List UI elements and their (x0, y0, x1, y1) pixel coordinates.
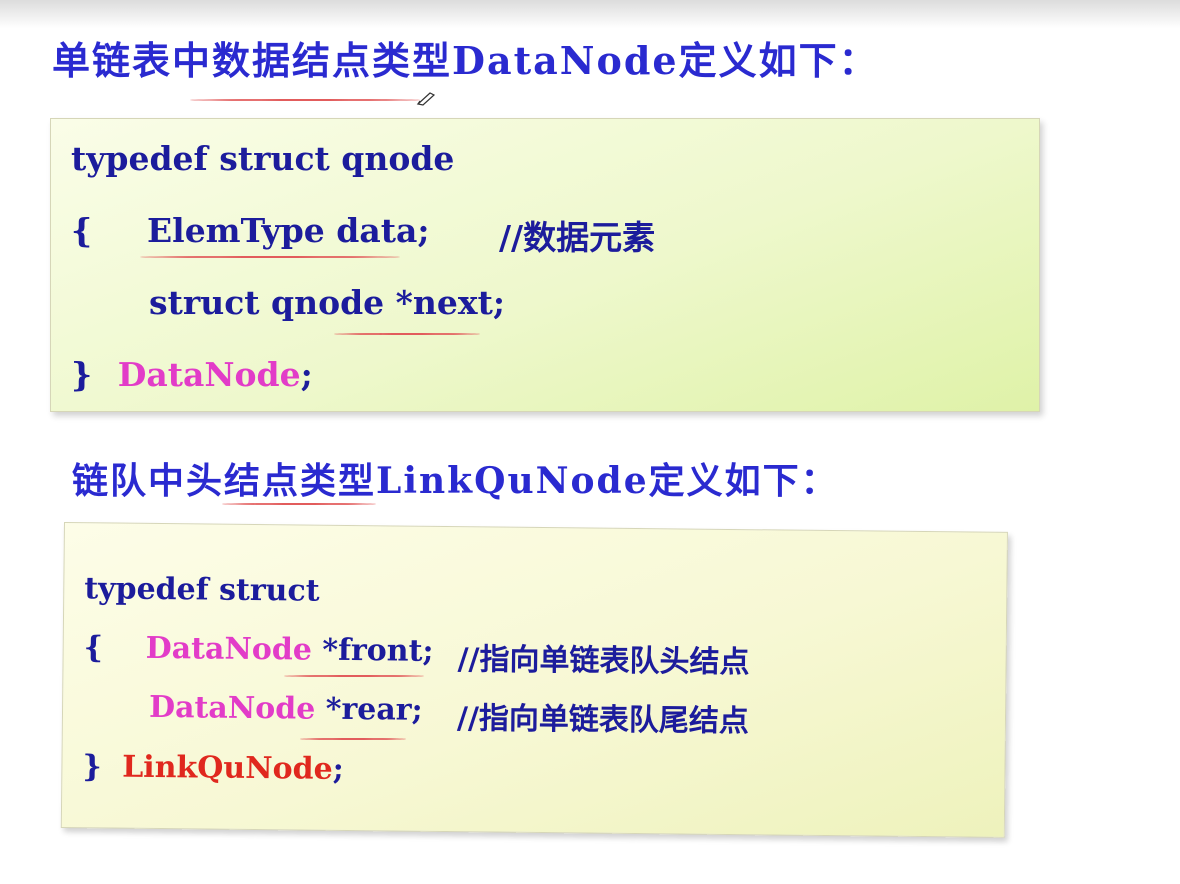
code-line-1: typedef struct (84, 571, 320, 609)
code-line-4: } LinkQuNode; (82, 749, 344, 787)
type-name-datanode: DataNode (145, 630, 313, 668)
annotation-underline (300, 738, 406, 740)
type-name-linkqunode: LinkQuNode (122, 749, 333, 787)
code-line-3: struct qnode *next; (149, 283, 505, 322)
annotation-underline (222, 503, 376, 505)
code-line-2: { (71, 211, 92, 250)
code-box-datanode: typedef struct qnode { ElemType data; //… (50, 118, 1040, 412)
annotation-underline (334, 333, 480, 335)
code-field-front: DataNode *front; (145, 631, 433, 669)
code-line-4: } DataNode; (71, 355, 313, 394)
code-line-1: typedef struct qnode (71, 139, 455, 178)
annotation-underline (284, 675, 424, 677)
open-brace: { (83, 630, 104, 666)
field-rear: *rear; (315, 691, 423, 728)
pen-cursor-icon (416, 92, 436, 106)
code-field-rear: DataNode *rear; (149, 690, 423, 728)
code-field-data: ElemType data; (147, 211, 430, 250)
top-bar (0, 0, 1180, 28)
code-comment-front: //指向单链表队头结点 (457, 642, 750, 681)
open-brace: { (71, 211, 93, 250)
field-front: *front; (311, 632, 434, 669)
code-struct-qnode: struct qnode (149, 283, 396, 322)
close-brace: } (71, 355, 93, 394)
code-line-2: { (84, 630, 104, 665)
semicolon: ; (300, 355, 313, 394)
annotation-underline (140, 256, 400, 258)
semicolon: ; (332, 751, 344, 787)
type-name-datanode: DataNode (117, 355, 301, 394)
heading-datanode: 单链表中数据结点类型DataNode定义如下： (52, 38, 879, 83)
code-box-linkqunode: typedef struct { DataNode *front; //指向单链… (60, 522, 1008, 838)
close-brace: } (82, 749, 102, 785)
heading-linkqunode: 链队中头结点类型LinkQuNode定义如下： (72, 460, 839, 502)
code-field-next: *next; (395, 283, 506, 322)
type-name-datanode: DataNode (148, 689, 316, 727)
annotation-underline (190, 99, 420, 101)
code-comment-rear: //指向单链表队尾结点 (456, 701, 750, 740)
code-comment-data: //数据元素 (499, 218, 656, 257)
